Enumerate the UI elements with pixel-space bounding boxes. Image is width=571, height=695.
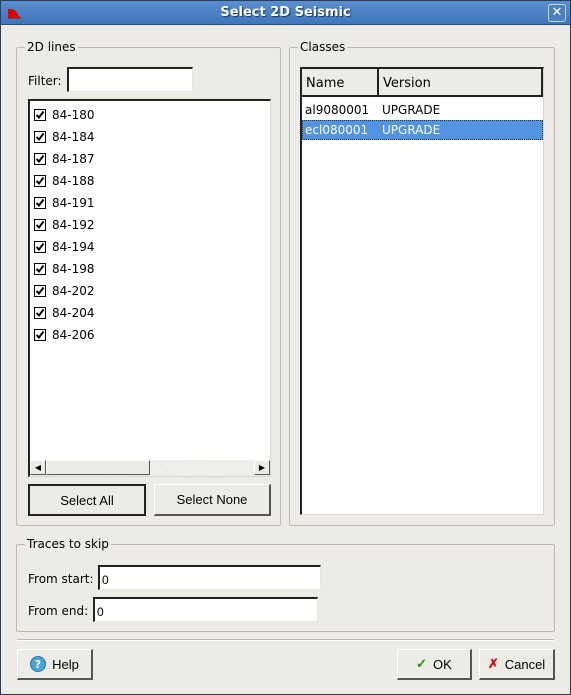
ok-label: OK — [433, 656, 452, 672]
line-label: 84-191 — [52, 196, 95, 210]
checkmark-icon — [35, 220, 45, 230]
scroll-thumb[interactable] — [46, 460, 150, 475]
line-label: 84-188 — [52, 174, 95, 188]
cancel-x-icon: ✗ — [487, 656, 499, 671]
line-checkbox[interactable] — [34, 307, 46, 319]
checkmark-icon — [35, 330, 45, 340]
title-bar: Select 2D Seismic ✕ — [1, 1, 570, 25]
scroll-left-button[interactable]: ◀ — [30, 460, 46, 475]
line-label: 84-194 — [52, 240, 95, 254]
line-list-item[interactable]: 84-184 — [34, 128, 95, 146]
checkmark-icon — [35, 198, 45, 208]
checkmark-icon — [35, 110, 45, 120]
ok-button[interactable]: ✓ OK — [397, 649, 472, 680]
scroll-right-button[interactable]: ▶ — [254, 460, 270, 475]
line-list-item[interactable]: 84-206 — [34, 326, 95, 344]
line-label: 84-204 — [52, 306, 95, 320]
class-version-cell: UPGRADE — [382, 123, 441, 137]
from-start-input[interactable] — [98, 565, 321, 590]
table-row[interactable]: al9080001 UPGRADE — [302, 100, 543, 120]
checkmark-icon — [35, 154, 45, 164]
checkmark-icon — [35, 286, 45, 296]
class-name-cell: al9080001 — [305, 103, 370, 117]
line-list-item[interactable]: 84-187 — [34, 150, 95, 168]
window-title: Select 2D Seismic — [220, 5, 351, 20]
line-checkbox[interactable] — [34, 329, 46, 341]
checkmark-icon — [35, 176, 45, 186]
line-list-item[interactable]: 84-202 — [34, 282, 95, 300]
line-label: 84-180 — [52, 108, 95, 122]
line-list-item[interactable]: 84-188 — [34, 172, 95, 190]
help-button[interactable]: ? Help — [17, 649, 93, 680]
line-list-item[interactable]: 84-180 — [34, 106, 95, 124]
close-button[interactable]: ✕ — [548, 4, 566, 22]
svg-text:?: ? — [35, 658, 41, 671]
line-label: 84-198 — [52, 262, 95, 276]
line-list-item[interactable]: 84-204 — [34, 304, 95, 322]
close-icon: ✕ — [551, 5, 563, 20]
select-none-button[interactable]: Select None — [154, 484, 271, 516]
from-end-label: From end: — [28, 604, 89, 618]
from-end-input[interactable] — [93, 597, 318, 622]
table-row-selected[interactable]: ecl080001 UPGRADE — [302, 120, 543, 140]
line-checkbox[interactable] — [34, 197, 46, 209]
2d-lines-list[interactable]: 84-180 84-184 84-187 84-188 84-191 84-192 84-1… — [28, 99, 271, 477]
line-list-item[interactable]: 84-191 — [34, 194, 95, 212]
line-list-item[interactable]: 84-194 — [34, 238, 95, 256]
traces-group-label: Traces to skip — [25, 537, 111, 551]
select-all-button[interactable]: Select All — [28, 484, 146, 516]
footer-separator — [17, 639, 554, 641]
cancel-button[interactable]: ✗ Cancel — [479, 649, 555, 680]
line-checkbox[interactable] — [34, 131, 46, 143]
line-label: 84-184 — [52, 130, 95, 144]
horizontal-scrollbar[interactable]: ◀ ▶ — [30, 460, 270, 476]
from-start-label: From start: — [28, 572, 94, 586]
checkmark-icon — [35, 308, 45, 318]
arrow-left-icon: ◀ — [34, 463, 42, 472]
checkmark-icon — [35, 132, 45, 142]
line-checkbox[interactable] — [34, 175, 46, 187]
select-2d-seismic-dialog: Select 2D Seismic ✕ 2D lines Filter: 84-… — [0, 0, 571, 695]
line-label: 84-202 — [52, 284, 95, 298]
line-checkbox[interactable] — [34, 153, 46, 165]
filter-label: Filter: — [28, 74, 62, 88]
line-checkbox[interactable] — [34, 109, 46, 121]
line-checkbox[interactable] — [34, 219, 46, 231]
line-checkbox[interactable] — [34, 263, 46, 275]
checkmark-icon: ✓ — [416, 656, 428, 671]
line-label: 84-192 — [52, 218, 95, 232]
help-icon: ? — [30, 656, 47, 672]
class-version-cell: UPGRADE — [382, 103, 441, 117]
line-checkbox[interactable] — [34, 285, 46, 297]
help-label: Help — [52, 656, 79, 672]
filter-input[interactable] — [67, 67, 193, 92]
line-label: 84-187 — [52, 152, 95, 166]
2d-lines-group-label: 2D lines — [25, 40, 78, 54]
line-label: 84-206 — [52, 328, 95, 342]
classes-group-label: Classes — [298, 40, 348, 54]
class-name-cell: ecl080001 — [305, 123, 369, 137]
column-header-version[interactable]: Version — [379, 69, 543, 97]
line-checkbox[interactable] — [34, 241, 46, 253]
arrow-right-icon: ▶ — [258, 463, 266, 472]
line-list-item[interactable]: 84-192 — [34, 216, 95, 234]
checkmark-icon — [35, 242, 45, 252]
column-header-name[interactable]: Name — [302, 69, 379, 97]
line-list-item[interactable]: 84-198 — [34, 260, 95, 278]
classes-table[interactable]: Name Version al9080001 UPGRADE ecl080001… — [300, 67, 544, 515]
cancel-label: Cancel — [504, 656, 546, 672]
checkmark-icon — [35, 264, 45, 274]
